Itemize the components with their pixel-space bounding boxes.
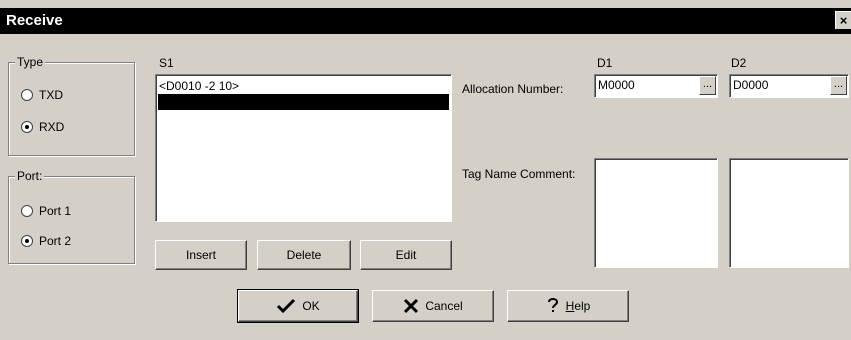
edit-button-label: Edit xyxy=(395,248,417,262)
port-group-label: Port: xyxy=(15,169,45,183)
d2-browse-button[interactable]: ... xyxy=(830,76,847,95)
radio-txd-label: TXD xyxy=(39,88,63,102)
dialog-body: Type TXD RXD Port: Port 1 Port 2 S1 <D00… xyxy=(0,34,851,340)
title-bar[interactable]: Receive × xyxy=(0,8,851,34)
port-group: Port: Port 1 Port 2 xyxy=(8,169,135,264)
checkmark-icon xyxy=(277,298,296,314)
insert-button-label: Insert xyxy=(185,248,216,262)
insert-button[interactable]: Insert xyxy=(155,240,247,270)
ok-button-label: OK xyxy=(302,299,320,313)
radio-port-2[interactable]: Port 2 xyxy=(21,233,71,249)
cancel-button-label: Cancel xyxy=(425,299,463,313)
help-button[interactable]: Help xyxy=(507,290,629,322)
window-title: Receive xyxy=(6,12,63,29)
radio-port-1-label: Port 1 xyxy=(39,204,72,218)
list-item-selected[interactable] xyxy=(158,94,449,110)
edit-button[interactable]: Edit xyxy=(360,240,452,270)
radio-rxd-label: RXD xyxy=(39,120,65,134)
d2-tag-comment-field[interactable] xyxy=(729,158,849,268)
question-icon xyxy=(547,298,558,312)
d1-allocation-field[interactable]: M0000 ... xyxy=(594,74,718,98)
cancel-button[interactable]: Cancel xyxy=(372,290,494,322)
type-group: Type TXD RXD xyxy=(8,55,135,156)
d1-label: D1 xyxy=(597,56,613,70)
radio-port-1-button[interactable] xyxy=(21,205,33,217)
radio-rxd[interactable]: RXD xyxy=(21,119,64,135)
radio-port-2-button[interactable] xyxy=(21,235,33,247)
ellipsis-icon: ... xyxy=(702,78,713,90)
type-group-label: Type xyxy=(15,55,46,69)
delete-button[interactable]: Delete xyxy=(257,240,351,270)
radio-txd-button[interactable] xyxy=(21,89,33,101)
x-icon xyxy=(404,298,419,314)
radio-port-1[interactable]: Port 1 xyxy=(21,203,71,219)
ok-button[interactable]: OK xyxy=(237,289,359,323)
tag-name-comment-label: Tag Name Comment: xyxy=(462,167,576,181)
d1-tag-comment-field[interactable] xyxy=(594,158,718,268)
receive-dialog: Receive × Type TXD RXD Port: Port 1 Port… xyxy=(0,0,851,340)
radio-rxd-button[interactable] xyxy=(21,121,33,133)
close-icon: × xyxy=(839,13,848,28)
d2-allocation-value: D0000 xyxy=(733,78,769,92)
s1-listbox[interactable]: <D0010 -2 10> xyxy=(155,74,452,222)
close-button[interactable]: × xyxy=(835,11,851,29)
d2-allocation-field[interactable]: D0000 ... xyxy=(729,74,849,98)
d1-browse-button[interactable]: ... xyxy=(699,76,716,95)
s1-label: S1 xyxy=(159,56,174,70)
help-button-label: Help xyxy=(566,299,591,313)
d1-allocation-value: M0000 xyxy=(598,78,635,92)
radio-txd[interactable]: TXD xyxy=(21,87,63,103)
radio-port-2-label: Port 2 xyxy=(39,234,72,248)
d2-label: D2 xyxy=(731,56,747,70)
help-rest: elp xyxy=(574,299,591,313)
ellipsis-icon: ... xyxy=(833,78,844,90)
allocation-number-label: Allocation Number: xyxy=(462,82,564,96)
list-item[interactable]: <D0010 -2 10> xyxy=(158,79,449,94)
delete-button-label: Delete xyxy=(286,248,322,262)
